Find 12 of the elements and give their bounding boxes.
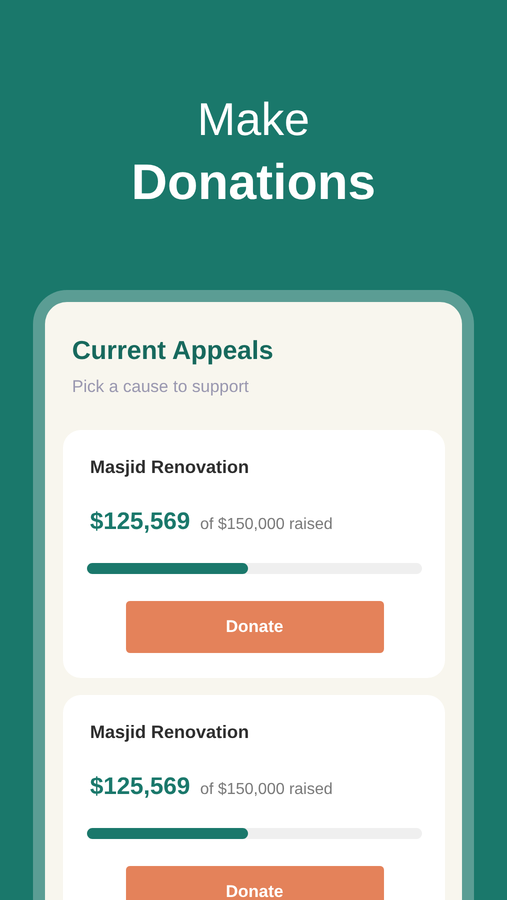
section-subtitle: Pick a cause to support (72, 376, 249, 398)
headline-text: Donations (130, 153, 377, 212)
raised-amount: $125,569 (90, 772, 190, 802)
headline-text: Make (196, 92, 311, 147)
appeal-name: Masjid Renovation (89, 456, 250, 479)
section-title: Current Appeals (72, 334, 274, 366)
raised-amount: $125,569 (90, 507, 190, 537)
appeal-name: Masjid Renovation (89, 721, 250, 744)
donate-button[interactable]: Donate (126, 866, 384, 900)
goal-text: of $150,000 raised (200, 780, 333, 800)
goal-text: of $150,000 raised (200, 515, 333, 535)
donate-button[interactable]: Donate (126, 601, 384, 653)
